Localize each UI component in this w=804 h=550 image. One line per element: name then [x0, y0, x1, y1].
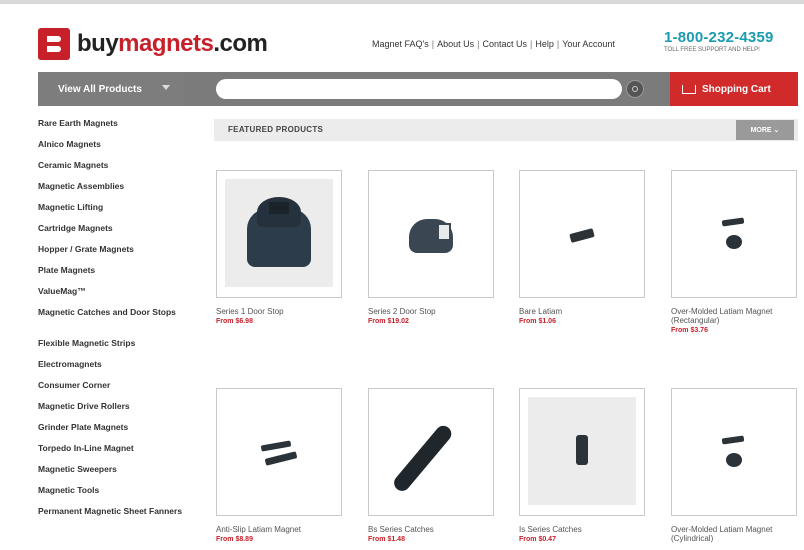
product-price: From $0.47 [519, 536, 556, 543]
product-name[interactable]: Over-Molded Latiam Magnet (Cylindrical) [671, 525, 799, 543]
product-card[interactable]: Bs Series Catches From $1.48 [368, 388, 496, 543]
sidebar-item-torpedo[interactable]: Torpedo In-Line Magnet [38, 443, 188, 464]
latch-bar-shape [264, 451, 298, 466]
logo-text-com: .com [213, 30, 268, 57]
sidebar-item-rare-earth[interactable]: Rare Earth Magnets [38, 118, 188, 139]
site-header: buymagnets.com Magnet FAQ's | About Us | Con… [0, 4, 804, 70]
logo-text: buymagnets.com [77, 30, 268, 58]
link-separator: | [477, 39, 480, 49]
sidebar-item-cartridge[interactable]: Cartridge Magnets [38, 223, 188, 244]
product-price: From $1.48 [368, 536, 405, 543]
product-price: From $6.98 [216, 318, 253, 325]
logo-text-buy: buy [77, 30, 119, 57]
search-icon[interactable] [626, 80, 644, 98]
catch-rod-shape [390, 422, 455, 495]
product-image[interactable] [519, 170, 645, 298]
product-price: From $8.89 [216, 536, 253, 543]
sidebar-item-hopper-grate[interactable]: Hopper / Grate Magnets [38, 244, 188, 265]
product-image[interactable] [368, 388, 494, 516]
logo-icon [38, 28, 70, 60]
product-card[interactable]: Over-Molded Latiam Magnet (Cylindrical) [671, 388, 799, 545]
product-name[interactable]: Anti-Slip Latiam Magnet [216, 525, 344, 534]
view-all-products-button[interactable]: View All Products [38, 72, 184, 106]
door-stop-slot-shape [269, 202, 289, 214]
product-name[interactable]: Series 1 Door Stop [216, 307, 344, 316]
sidebar-item-drive-rollers[interactable]: Magnetic Drive Rollers [38, 401, 188, 422]
featured-products-bar: FEATURED PRODUCTS MORE ⌄ [214, 119, 798, 141]
more-label: MORE [750, 126, 772, 134]
link-about[interactable]: About Us [437, 39, 474, 49]
more-button[interactable]: MORE ⌄ [736, 120, 794, 140]
catch-cylinder-shape [576, 435, 588, 465]
product-name[interactable]: Bs Series Catches [368, 525, 496, 534]
product-name[interactable]: Over-Molded Latiam Magnet (Rectangular) [671, 307, 799, 325]
product-image[interactable] [519, 388, 645, 516]
chevron-down-icon [162, 85, 170, 90]
product-image[interactable] [216, 388, 342, 516]
view-all-label: View All Products [58, 83, 142, 95]
latch-bar-shape [721, 435, 745, 445]
product-card[interactable]: Is Series Catches From $0.47 [519, 388, 647, 543]
product-name[interactable]: Is Series Catches [519, 525, 647, 534]
product-image[interactable] [671, 388, 797, 516]
link-help[interactable]: Help [535, 39, 554, 49]
product-card[interactable]: Anti-Slip Latiam Magnet From $8.89 [216, 388, 344, 543]
cart-icon [682, 84, 696, 94]
product-name[interactable]: Series 2 Door Stop [368, 307, 496, 316]
product-image[interactable] [368, 170, 494, 298]
search-input[interactable] [216, 79, 622, 99]
latch-bar-shape [569, 228, 595, 243]
sidebar-item-flexible-strips[interactable]: Flexible Magnetic Strips [38, 338, 188, 359]
link-separator: | [556, 39, 560, 49]
sidebar-item-assemblies[interactable]: Magnetic Assemblies [38, 181, 188, 202]
sidebar-item-grinder-plate[interactable]: Grinder Plate Magnets [38, 422, 188, 443]
product-image[interactable] [671, 170, 797, 298]
cart-label: Shopping Cart [702, 83, 771, 95]
sidebar-item-catches-door-stops[interactable]: Magnetic Catches and Door Stops [38, 307, 188, 338]
sidebar-item-sweepers[interactable]: Magnetic Sweepers [38, 464, 188, 485]
link-separator: | [530, 39, 533, 49]
latch-bar-shape [260, 440, 292, 452]
sidebar-item-electromagnets[interactable]: Electromagnets [38, 359, 188, 380]
product-name[interactable]: Bare Latiam [519, 307, 647, 316]
sidebar-item-tools[interactable]: Magnetic Tools [38, 485, 188, 506]
sidebar-item-valuemag[interactable]: ValueMag™ [38, 286, 188, 307]
product-card[interactable]: Bare Latiam From $1.06 [519, 170, 647, 325]
link-separator: | [431, 39, 435, 49]
phone-number[interactable]: 1-800-232-4359 [664, 29, 774, 46]
sidebar-item-lifting[interactable]: Magnetic Lifting [38, 202, 188, 223]
phone-subtext: TOLL FREE SUPPORT AND HELP! [664, 47, 760, 53]
door-stop-plate-shape [437, 223, 451, 241]
category-sidebar: Rare Earth Magnets Alnico Magnets Cerami… [38, 118, 188, 537]
product-card[interactable]: Over-Molded Latiam Magnet (Rectangular) … [671, 170, 799, 334]
link-faq[interactable]: Magnet FAQ's [372, 39, 429, 49]
link-contact[interactable]: Contact Us [482, 39, 527, 49]
shopping-cart-button[interactable]: Shopping Cart [670, 72, 798, 106]
sidebar-item-alnico[interactable]: Alnico Magnets [38, 139, 188, 160]
sidebar-item-sheet-fanners[interactable]: Permanent Magnetic Sheet Fanners [38, 506, 188, 537]
nav-bar: View All Products Shopping Cart [38, 72, 798, 106]
sidebar-item-ceramic[interactable]: Ceramic Magnets [38, 160, 188, 181]
featured-products-title: FEATURED PRODUCTS [228, 125, 324, 134]
magnet-cylinder-shape [726, 235, 742, 249]
top-links: Magnet FAQ's | About Us | Contact Us | Help | Yo… [372, 39, 615, 49]
chevron-down-icon: ⌄ [773, 127, 780, 134]
product-price: From $1.06 [519, 318, 556, 325]
sidebar-item-consumer-corner[interactable]: Consumer Corner [38, 380, 188, 401]
product-price: From $3.76 [671, 327, 708, 334]
product-price: From $19.02 [368, 318, 409, 325]
product-card[interactable]: Series 2 Door Stop From $19.02 [368, 170, 496, 325]
sidebar-item-plate[interactable]: Plate Magnets [38, 265, 188, 286]
phone-block: 1-800-232-4359 TOLL FREE SUPPORT AND HEL… [664, 29, 774, 53]
magnet-cylinder-shape [726, 453, 742, 467]
link-account[interactable]: Your Account [562, 39, 615, 49]
product-card[interactable]: Series 1 Door Stop From $6.98 [216, 170, 344, 325]
site-logo[interactable]: buymagnets.com [38, 28, 268, 60]
product-image[interactable] [216, 170, 342, 298]
latch-bar-shape [721, 217, 745, 227]
logo-text-magnets: magnets [118, 30, 214, 57]
